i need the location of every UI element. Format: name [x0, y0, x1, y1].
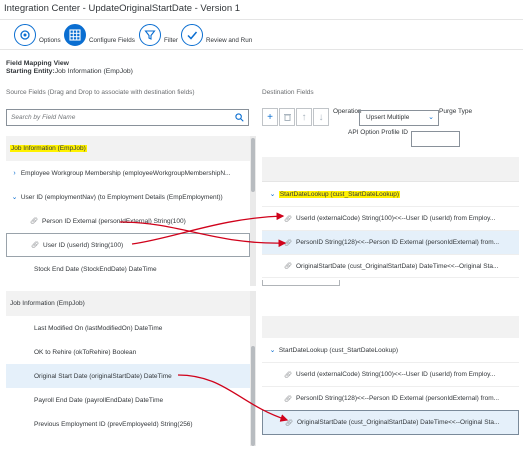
dest-field-row[interactable]: 🔗︎ UserId (externalCode) String(100)<<--U… [262, 362, 519, 386]
scrollbar-thumb[interactable] [251, 138, 255, 192]
source-field-label: Last Modified On (lastModifiedOn) DateTi… [34, 324, 163, 332]
add-icon[interactable]: + [262, 108, 278, 126]
grid-icon [64, 24, 86, 46]
scrollbar-thumb[interactable] [251, 346, 255, 446]
link-icon: 🔗︎ [284, 395, 293, 403]
source-field-row[interactable]: Stock End Date (StockEndDate) DateTime [6, 257, 250, 281]
starting-entity: Starting Entity:Job Information (EmpJob) [6, 68, 133, 75]
title-bar: Integration Center - UpdateOriginalStart… [0, 0, 523, 20]
dest-field-label: UserId (externalCode) String(100)<<--Use… [296, 215, 496, 222]
source-field-row[interactable]: Payroll End Date (payrollEndDate) DateTi… [6, 388, 250, 412]
dest-group-header[interactable]: ⌄ StartDateLookup (cust_StartDateLookup) [262, 338, 519, 362]
move-down-icon[interactable]: ↓ [313, 108, 329, 126]
link-icon: 🔗︎ [284, 371, 293, 379]
dest-group-header[interactable]: ⌄ StartDateLookup (cust_StartDateLookup) [262, 181, 519, 206]
dest-group-label: StartDateLookup (cust_StartDateLookup) [278, 190, 401, 198]
source-field-row[interactable]: Previous Employment ID (prevEmployeeId) … [6, 412, 250, 436]
source-field-label: Payroll End Date (payrollEndDate) DateTi… [34, 396, 164, 404]
dest-strip [262, 157, 519, 181]
source-scrollbar[interactable] [250, 291, 256, 446]
dest-strip [262, 316, 519, 338]
dest-toolbar: + ↑ ↓ [262, 108, 329, 126]
source-group-header: Job Information (EmpJob) [6, 291, 250, 316]
api-option-label: API Option Profile ID [348, 129, 408, 136]
source-row-nav[interactable]: › Employee Workgroup Membership (employe… [6, 161, 250, 185]
starting-entity-value: Job Information (EmpJob) [54, 68, 133, 75]
purge-type-label: Purge Type [439, 108, 473, 115]
source-scrollbar[interactable] [250, 136, 256, 286]
search-input[interactable]: Search by Field Name [6, 109, 249, 126]
source-field-label: Original Start Date (originalStartDate) … [34, 372, 172, 380]
source-field-row-selected[interactable]: Original Start Date (originalStartDate) … [6, 364, 250, 388]
step-label: Review and Run [206, 36, 253, 44]
dest-field-row-selected[interactable]: 🔗︎ PersonID String(128)<<--Person ID Exte… [262, 230, 519, 254]
step-label: Configure Fields [89, 36, 135, 44]
source-field-label: Stock End Date (StockEndDate) DateTime [34, 265, 157, 273]
operation-select[interactable]: Upsert Multiple ⌄ [359, 110, 439, 126]
source-field-label: User ID (userId) String(100) [43, 241, 124, 249]
dest-field-label: PersonID String(128)<<--Person ID Extern… [296, 239, 500, 246]
filter-icon [139, 24, 161, 46]
step-label: Options [39, 36, 61, 44]
app-title: Integration Center - UpdateOriginalStart… [4, 3, 241, 14]
move-up-icon[interactable]: ↑ [296, 108, 312, 126]
destination-fields-header: Destination Fields [262, 89, 314, 96]
source-fields-header: Source Fields (Drag and Drop to associat… [6, 89, 195, 96]
dest-field-label: OriginalStartDate (cust_OriginalStartDat… [296, 262, 499, 270]
operation-value: Upsert Multiple [366, 114, 410, 121]
source-group-label: Job Information (EmpJob) [10, 145, 87, 152]
step-review-run[interactable]: Review and Run [181, 22, 252, 48]
source-field-row[interactable]: Last Modified On (lastModifiedOn) DateTi… [6, 316, 250, 340]
link-icon: 🔗︎ [284, 263, 293, 270]
source-row-nav[interactable]: ⌄ User ID (employmentNav) (to Employment… [6, 185, 250, 209]
source-field-row[interactable]: 🔗︎ User ID (userId) String(100) [6, 233, 250, 257]
dest-field-row[interactable]: 🔗︎ UserId (externalCode) String(100)<<--U… [262, 206, 519, 230]
link-icon: 🔗︎ [284, 239, 293, 247]
chevron-down-icon[interactable]: ⌄ [10, 193, 19, 201]
source-group-label: Job Information (EmpJob) [10, 300, 85, 307]
step-label: Filter [164, 36, 178, 44]
source-field-label: Previous Employment ID (prevEmployeeId) … [34, 420, 193, 428]
check-icon [181, 24, 203, 46]
dest-field-row-selected[interactable]: 🔗︎ OriginalStartDate (cust_OriginalStartD… [262, 410, 519, 435]
search-icon[interactable] [235, 113, 244, 122]
source-row-label: Employee Workgroup Membership (employeeW… [20, 169, 231, 177]
api-option-input[interactable] [411, 131, 460, 147]
chevron-right-icon[interactable]: › [10, 170, 19, 177]
dest-group-label: StartDateLookup (cust_StartDateLookup) [278, 346, 399, 354]
link-icon: 🔗︎ [285, 419, 294, 427]
operation-label: Operation [333, 108, 362, 115]
starting-entity-label: Starting Entity: [6, 68, 55, 75]
wizard-steps: Options Configure Fields Filter Review a… [0, 20, 523, 50]
source-row-label: User ID (employmentNav) (to Employment D… [20, 193, 223, 201]
dest-field-label: UserId (externalCode) String(100)<<--Use… [296, 371, 496, 378]
step-filter[interactable]: Filter [139, 22, 178, 48]
chevron-down-icon: ⌄ [428, 114, 434, 121]
chevron-down-icon[interactable]: ⌄ [268, 346, 277, 354]
source-group-header: Job Information (EmpJob) [6, 136, 250, 161]
source-field-label: Person ID External (personIdExternal) St… [42, 217, 186, 225]
options-icon [14, 24, 36, 46]
chevron-down-icon[interactable]: ⌄ [268, 190, 277, 198]
search-placeholder: Search by Field Name [11, 114, 76, 121]
link-icon: 🔗︎ [30, 218, 39, 225]
view-title: Field Mapping View [6, 60, 69, 67]
link-icon: 🔗︎ [31, 242, 40, 249]
dest-field-row[interactable]: 🔗︎ PersonID String(128)<<--Person ID Exte… [262, 386, 519, 410]
step-configure-fields[interactable]: Configure Fields [64, 22, 135, 48]
source-field-label: OK to Rehire (okToRehire) Boolean [34, 348, 137, 356]
link-icon: 🔗︎ [284, 215, 293, 223]
clipped-select [262, 280, 340, 286]
source-field-row[interactable]: OK to Rehire (okToRehire) Boolean [6, 340, 250, 364]
dest-field-row[interactable]: 🔗︎ OriginalStartDate (cust_OriginalStartD… [262, 254, 519, 278]
delete-icon[interactable] [279, 108, 295, 126]
dest-field-label: OriginalStartDate (cust_OriginalStartDat… [297, 419, 500, 426]
source-field-row[interactable]: 🔗︎ Person ID External (personIdExternal) … [6, 209, 250, 233]
step-options[interactable]: Options [14, 22, 61, 48]
dest-field-label: PersonID String(128)<<--Person ID Extern… [296, 395, 500, 402]
